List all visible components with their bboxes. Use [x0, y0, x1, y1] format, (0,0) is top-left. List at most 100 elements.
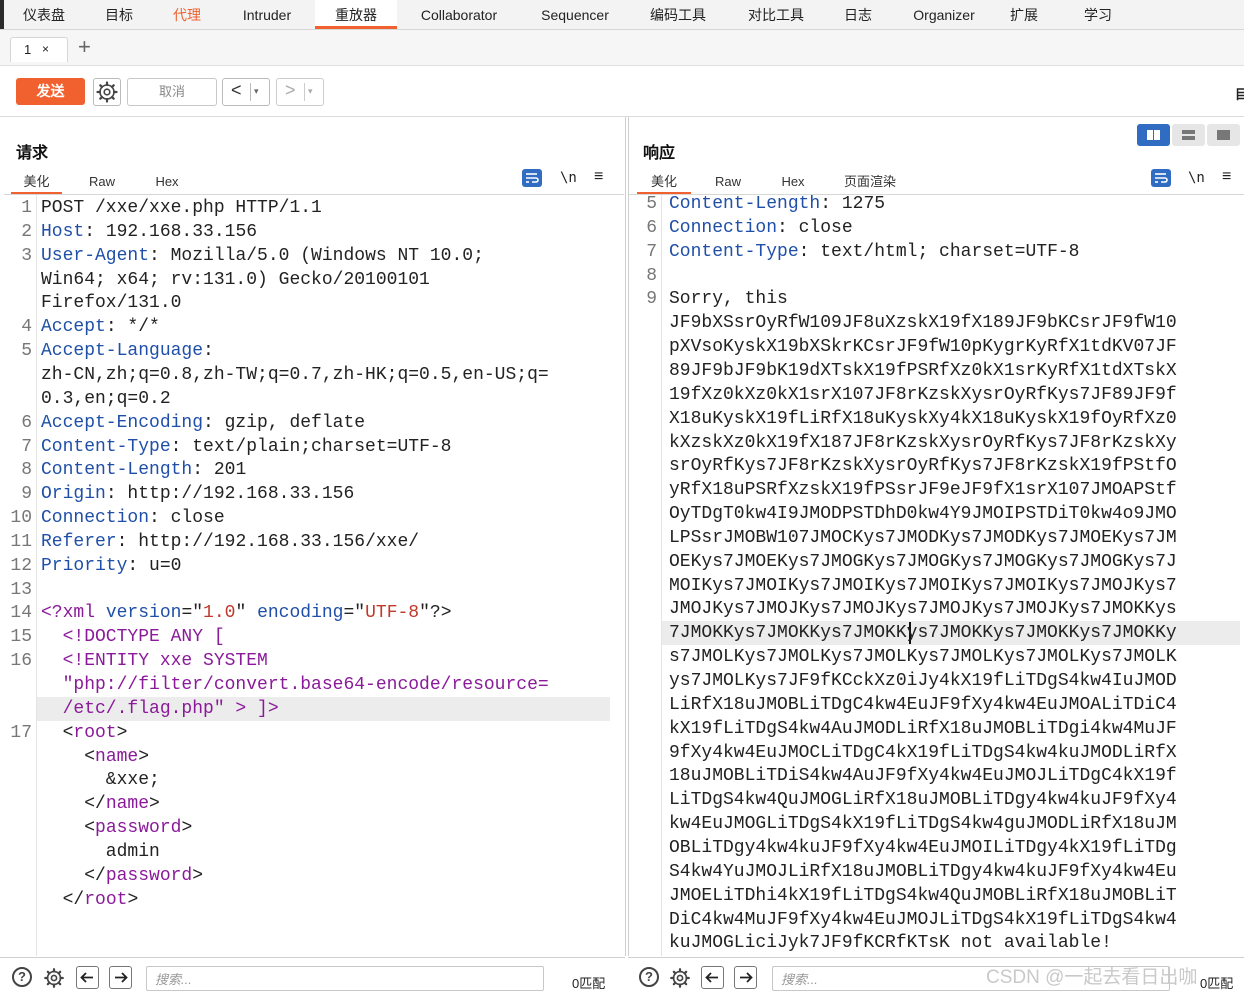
line-number: 1 — [21, 198, 32, 218]
code-line: Origin: http://192.168.33.156 — [41, 483, 354, 507]
line-number: 7 — [646, 241, 657, 262]
nav-tab-repeater[interactable]: 重放器 — [315, 0, 397, 29]
code-token: kuJMOGLiciJyk7JF9fKCRfKTsK not available… — [669, 933, 1112, 954]
request-editor[interactable]: 1 POST /xxe/xxe.php HTTP/1.1 2 Host: 192.16… — [4, 195, 625, 956]
nav-tab-extensions[interactable]: 扩展 — [1004, 0, 1044, 29]
tab-response-raw[interactable]: Raw — [710, 172, 746, 192]
menu-icon[interactable]: ≡ — [594, 168, 603, 186]
nav-tab-dashboard[interactable]: 仪表盘 — [12, 0, 76, 29]
code-token: encoding — [257, 603, 344, 624]
nav-tab-proxy[interactable]: 代理 — [160, 0, 214, 29]
code-token: DiC4kw4MuJF9fXy4kw4EuJMOJLiTDgS4kX19fLiT… — [669, 909, 1177, 930]
code-line: srOyRfKys7JF8rKzskXysrOyRfKys7JF8rKzskX1… — [669, 455, 1177, 479]
target-label[interactable]: 目 — [1235, 84, 1244, 103]
nav-tab-logger[interactable]: 日志 — [832, 0, 884, 29]
pretty-print-icon[interactable] — [522, 169, 542, 187]
newline-toggle-icon[interactable]: \n — [560, 170, 577, 186]
code-token: : — [203, 341, 214, 362]
nav-tab-intruder[interactable]: Intruder — [228, 0, 306, 29]
menu-icon[interactable]: ≡ — [1222, 168, 1231, 186]
newline-toggle-icon[interactable]: \n — [1188, 170, 1205, 186]
tab-request-hex[interactable]: Hex — [149, 172, 185, 192]
history-forward-button[interactable]: > ▾ — [276, 78, 324, 106]
code-token: &xxe; — [41, 770, 160, 791]
nav-tab-organizer[interactable]: Organizer — [898, 0, 990, 29]
code-token: Content-Type — [669, 241, 799, 262]
code-line: admin — [41, 841, 160, 865]
code-token: : 201 — [192, 460, 247, 481]
chevron-down-icon[interactable]: ▾ — [254, 86, 259, 97]
tab-response-pretty[interactable]: 美化 — [637, 172, 691, 194]
line-number: 12 — [10, 555, 32, 576]
search-next-button[interactable] — [109, 966, 132, 989]
nav-tab-learn[interactable]: 学习 — [1074, 0, 1122, 29]
help-icon[interactable]: ? — [12, 967, 32, 987]
tab-response-render[interactable]: 页面渲染 — [838, 172, 902, 192]
code-token: MOIKys7JMOIKys7JMOIKys7JMOIKys7JMOIKys7J… — [669, 575, 1177, 596]
line-number: 8 — [21, 460, 32, 481]
settings-button[interactable] — [93, 78, 121, 106]
search-prev-button[interactable] — [76, 966, 99, 989]
line-number: 10 — [10, 508, 32, 529]
nav-tab-sequencer[interactable]: Sequencer — [528, 0, 622, 29]
search-settings-button[interactable] — [42, 966, 66, 995]
code-line: <name> — [41, 746, 149, 770]
code-line: Content-Length: 1275 — [669, 195, 885, 217]
layout-side-by-side-button[interactable] — [1137, 124, 1170, 146]
chevron-left-icon: < — [231, 80, 242, 100]
layout-stacked-button[interactable] — [1172, 124, 1205, 146]
response-editor[interactable]: 5 Content-Length: 1275 6 Connection: close 7… — [629, 195, 1244, 956]
code-token: JMOELiTDhi4kX19fLiTDgS4kw4QuJMOBLiRfX18u… — [669, 885, 1177, 906]
code-token: Accept-Encoding — [41, 412, 204, 433]
code-token: Host — [41, 221, 85, 242]
request-title: 请求 — [16, 145, 49, 162]
code-line: pXVsoKyskX19bXSkrKCsrJF9fW10pKygrKyRfX1t… — [669, 336, 1177, 360]
search-next-button[interactable] — [734, 966, 757, 989]
code-line: 19fXz0kXz0kX1srX107JF8rKzskXysrOyRfKys7J… — [669, 384, 1177, 408]
history-back-button[interactable]: < ▾ — [222, 78, 270, 106]
code-token: S4kw4YuJMOJLiRfX18uJMOBLiTDgy4kw4kuJF9fX… — [669, 861, 1177, 882]
code-token: Accept-Language — [41, 341, 204, 362]
code-token: : text/html; charset=UTF-8 — [798, 241, 1080, 262]
layout-tabs-button[interactable] — [1207, 124, 1240, 146]
send-button[interactable]: 发送 — [16, 78, 85, 105]
code-token: name — [95, 746, 139, 767]
code-line: User-Agent: Mozilla/5.0 (Windows NT 10.0… — [41, 245, 484, 269]
add-tab-button[interactable]: + — [78, 35, 91, 59]
chevron-down-icon[interactable]: ▾ — [308, 86, 313, 97]
tab-request-pretty[interactable]: 美化 — [11, 172, 62, 194]
code-token: : http://192.168.33.156/xxe/ — [116, 531, 420, 552]
repeater-tab-strip: 1 × — [0, 30, 1244, 66]
code-line: yRfX18uPSRfXzskX19fPSsrJF9eJF9fX1srX107J… — [669, 479, 1177, 503]
nav-tab-target[interactable]: 目标 — [92, 0, 146, 29]
close-icon[interactable]: × — [42, 38, 49, 61]
request-search-input[interactable]: 搜索... — [146, 966, 544, 991]
line-number: 9 — [646, 289, 657, 310]
nav-tab-collaborator[interactable]: Collaborator — [406, 0, 512, 29]
line-number: 13 — [10, 579, 32, 600]
code-line: DiC4kw4MuJF9fXy4kw4EuJMOJLiTDgS4kX19fLiT… — [669, 909, 1177, 933]
code-line: OEKys7JMOEKys7JMOGKys7JMOGKys7JMOGKys7JM… — [669, 551, 1177, 575]
help-icon[interactable]: ? — [639, 967, 659, 987]
code-token: <!DOCTYPE ANY [ — [41, 627, 225, 648]
line-number: 8 — [646, 265, 657, 286]
code-token: root — [84, 889, 128, 910]
code-token: Accept — [41, 317, 106, 338]
code-token: : gzip, deflate — [203, 412, 366, 433]
line-number: 15 — [10, 627, 32, 648]
code-token: <!ENTITY xxe SYSTEM — [41, 651, 268, 672]
search-settings-button[interactable] — [668, 966, 692, 995]
pretty-print-icon[interactable] — [1151, 169, 1171, 187]
tab-request-raw[interactable]: Raw — [84, 172, 120, 192]
code-token: : 192.168.33.156 — [84, 221, 258, 242]
repeater-tab-1[interactable]: 1 × — [10, 37, 68, 62]
code-token: ys7JMOLKys7JF9fKCckXz0iJy4kX19fLiTDgS4kw… — [669, 671, 1177, 691]
search-prev-button[interactable] — [701, 966, 724, 989]
nav-tab-comparer[interactable]: 对比工具 — [734, 0, 818, 29]
code-token: <?xml — [41, 603, 106, 624]
cancel-button[interactable]: 取消 — [127, 78, 217, 106]
code-token: 18uJMOBLiTDiS4kw4AuJF9fXy4kw4EuJMOJLiTDg… — [669, 766, 1177, 787]
tab-response-hex[interactable]: Hex — [775, 172, 811, 192]
code-token: > — [181, 818, 193, 839]
nav-tab-decoder[interactable]: 编码工具 — [636, 0, 720, 29]
